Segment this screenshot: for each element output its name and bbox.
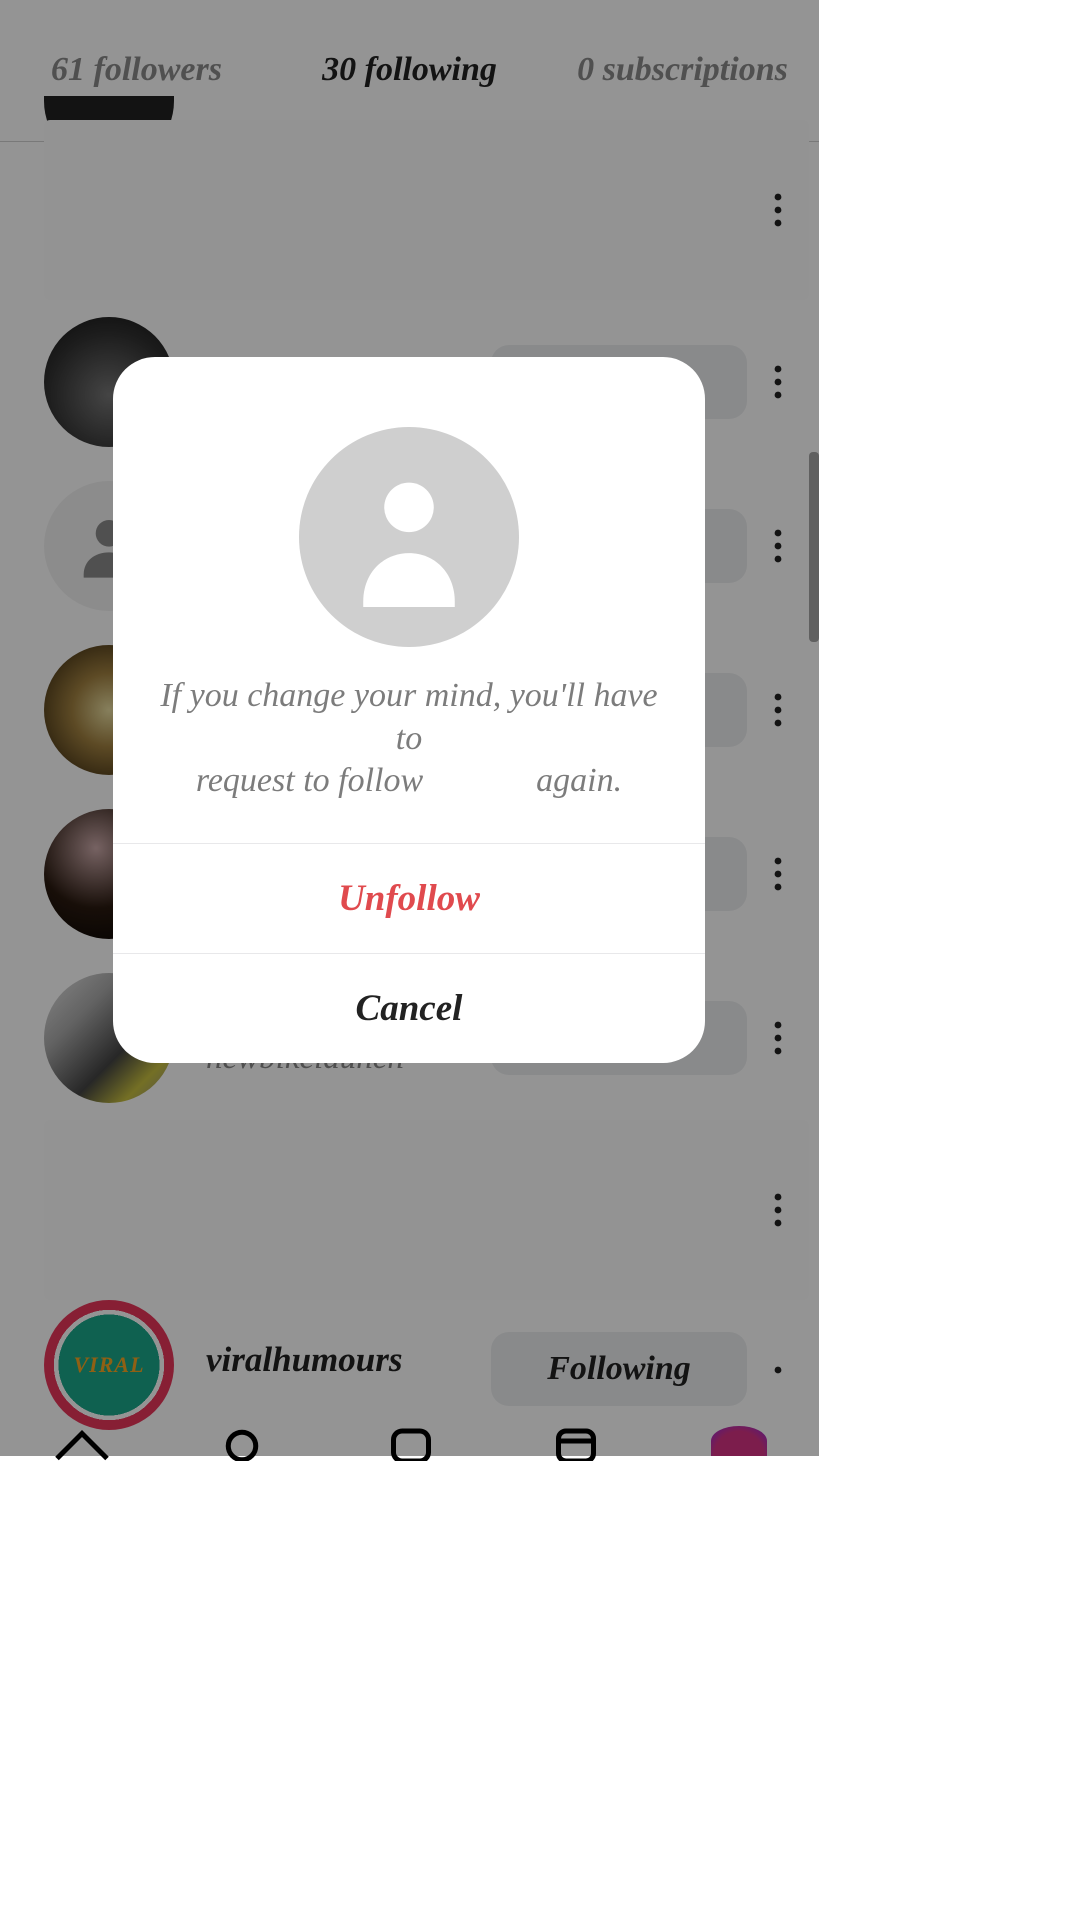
unfollow-button[interactable]: Unfollow — [113, 843, 705, 953]
redacted-username — [432, 768, 528, 798]
dialog-message: If you change your mind, you'll have to … — [113, 647, 705, 843]
unfollow-confirm-dialog: If you change your mind, you'll have to … — [113, 357, 705, 1063]
dialog-avatar — [299, 427, 519, 647]
cancel-button[interactable]: Cancel — [113, 953, 705, 1063]
